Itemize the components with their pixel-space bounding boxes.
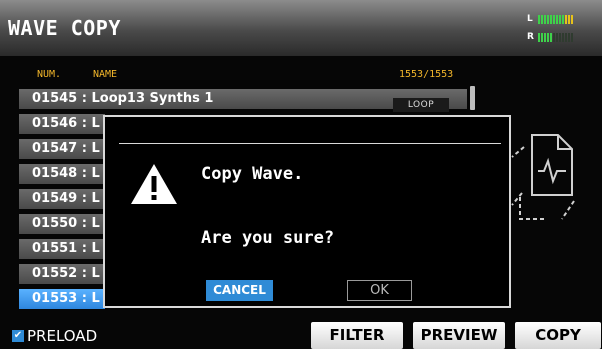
- meter-right-label: R: [527, 32, 534, 42]
- copy-button[interactable]: COPY: [515, 322, 601, 349]
- list-row[interactable]: 01549 : L: [19, 189, 105, 209]
- dialog-message-line1: Copy Wave.: [201, 164, 304, 184]
- list-row[interactable]: 01547 : L: [19, 139, 105, 159]
- level-meter-left: L: [527, 14, 573, 24]
- meter-left-label: L: [527, 14, 533, 24]
- list-row-selected[interactable]: 01553 : L: [19, 289, 105, 309]
- list-row[interactable]: 01552 : L: [19, 264, 105, 284]
- meter-right-bars: [538, 32, 573, 42]
- meter-left-bars: [538, 14, 573, 24]
- loop-tag: LOOP: [393, 98, 449, 112]
- preview-button[interactable]: PREVIEW: [413, 322, 505, 349]
- dialog-divider: [119, 143, 501, 144]
- ok-button[interactable]: OK: [347, 280, 412, 301]
- filter-button[interactable]: FILTER: [311, 322, 403, 349]
- wave-count: 1553/1553: [399, 69, 454, 80]
- checkmark-icon: ✔: [12, 330, 24, 342]
- list-row[interactable]: 01548 : L: [19, 164, 105, 184]
- header-bar: WAVE COPY L R: [0, 0, 602, 56]
- wave-copy-screen: WAVE COPY L R NUM. NAME 1553/1553 01545 …: [0, 0, 602, 349]
- confirm-dialog: Copy Wave. Are you sure? CANCEL OK: [103, 115, 511, 308]
- warning-icon: [131, 164, 177, 204]
- list-row[interactable]: 01550 : L: [19, 214, 105, 234]
- level-meter-right: R: [527, 32, 573, 42]
- preload-label: PRELOAD: [27, 327, 98, 345]
- scrollbar[interactable]: [470, 86, 475, 110]
- list-row[interactable]: 01546 : L: [19, 114, 105, 134]
- preload-checkbox[interactable]: ✔ PRELOAD: [12, 327, 97, 345]
- cancel-button[interactable]: CANCEL: [206, 280, 273, 301]
- column-num-header: NUM.: [37, 69, 62, 80]
- page-title: WAVE COPY: [8, 16, 121, 40]
- wave-file-icon: [511, 134, 575, 220]
- column-name-header: NAME: [93, 69, 118, 80]
- list-row[interactable]: 01551 : L: [19, 239, 105, 259]
- dialog-message-line2: Are you sure?: [201, 228, 335, 248]
